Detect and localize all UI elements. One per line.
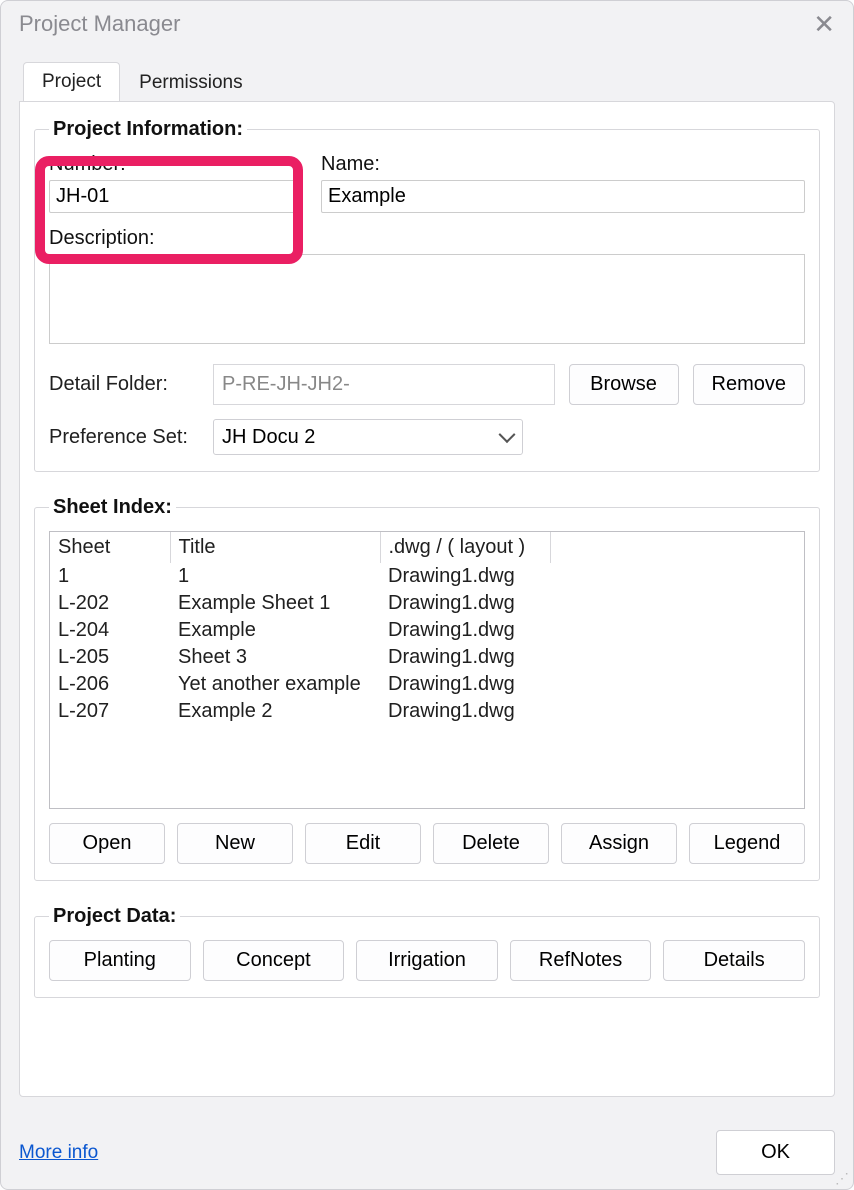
detail-folder-field[interactable] [213,364,555,405]
cell-title: Example [170,617,380,644]
refnotes-button[interactable]: RefNotes [510,940,652,981]
col-header-title[interactable]: Title [170,532,380,563]
table-row[interactable]: L-205Sheet 3Drawing1.dwg [50,644,804,671]
delete-button[interactable]: Delete [433,823,549,864]
cell-title: 1 [170,563,380,590]
close-icon[interactable]: ✕ [813,11,835,37]
cell-sheet: L-206 [50,671,170,698]
table-row[interactable]: L-204ExampleDrawing1.dwg [50,617,804,644]
tab-strip: Project Permissions [23,61,853,101]
table-row[interactable]: L-206Yet another exampleDrawing1.dwg [50,671,804,698]
cell-dwg: Drawing1.dwg [380,617,550,644]
cell-dwg: Drawing1.dwg [380,563,550,590]
browse-button[interactable]: Browse [569,364,679,405]
cell-dwg: Drawing1.dwg [380,698,550,725]
ok-button[interactable]: OK [716,1130,835,1175]
table-row[interactable]: 11Drawing1.dwg [50,563,804,590]
tab-permissions[interactable]: Permissions [120,63,261,102]
tab-panel-project: Project Information: Number: Name: Descr… [19,101,835,1097]
cell-sheet: L-204 [50,617,170,644]
window-title: Project Manager [19,11,180,37]
preference-set-select[interactable]: JH Docu 2 [213,419,523,455]
cell-title: Example Sheet 1 [170,590,380,617]
cell-title: Sheet 3 [170,644,380,671]
sheet-index-table[interactable]: Sheet Title .dwg / ( layout ) 11Drawing1… [49,531,805,809]
dialog-footer: More info OK [19,1130,835,1175]
label-name: Name: [321,153,805,176]
tab-project[interactable]: Project [23,62,120,102]
cell-sheet: L-205 [50,644,170,671]
cell-sheet: 1 [50,563,170,590]
table-row[interactable]: L-202Example Sheet 1Drawing1.dwg [50,590,804,617]
planting-button[interactable]: Planting [49,940,191,981]
open-button[interactable]: Open [49,823,165,864]
label-detail-folder: Detail Folder: [49,373,199,396]
group-sheet-index: Sheet Index: Sheet Title .dwg / ( layout… [34,496,820,881]
col-header-blank [550,532,804,563]
legend-project-data: Project Data: [49,905,180,928]
edit-button[interactable]: Edit [305,823,421,864]
legend-project-information: Project Information: [49,118,247,141]
label-description: Description: [49,227,805,250]
cell-sheet: L-207 [50,698,170,725]
group-project-data: Project Data: Planting Concept Irrigatio… [34,905,820,998]
label-preference-set: Preference Set: [49,426,199,449]
table-row[interactable]: L-207Example 2Drawing1.dwg [50,698,804,725]
cell-sheet: L-202 [50,590,170,617]
number-field[interactable] [49,180,303,213]
concept-button[interactable]: Concept [203,940,345,981]
irrigation-button[interactable]: Irrigation [356,940,498,981]
project-manager-dialog: Project Manager ✕ Project Permissions Pr… [0,0,854,1190]
description-field[interactable] [49,254,805,344]
group-project-information: Project Information: Number: Name: Descr… [34,118,820,472]
label-number: Number: [49,153,303,176]
cell-title: Example 2 [170,698,380,725]
details-button[interactable]: Details [663,940,805,981]
legend-button[interactable]: Legend [689,823,805,864]
col-header-sheet[interactable]: Sheet [50,532,170,563]
titlebar: Project Manager ✕ [1,1,853,43]
cell-dwg: Drawing1.dwg [380,590,550,617]
more-info-link[interactable]: More info [19,1142,98,1164]
chevron-down-icon: JH Docu 2 [213,419,523,455]
resize-grip-icon[interactable]: ⋰ [835,1171,849,1185]
legend-sheet-index: Sheet Index: [49,496,176,519]
cell-dwg: Drawing1.dwg [380,644,550,671]
cell-dwg: Drawing1.dwg [380,671,550,698]
col-header-dwg[interactable]: .dwg / ( layout ) [380,532,550,563]
name-field[interactable] [321,180,805,213]
remove-button[interactable]: Remove [693,364,805,405]
new-button[interactable]: New [177,823,293,864]
assign-button[interactable]: Assign [561,823,677,864]
cell-title: Yet another example [170,671,380,698]
